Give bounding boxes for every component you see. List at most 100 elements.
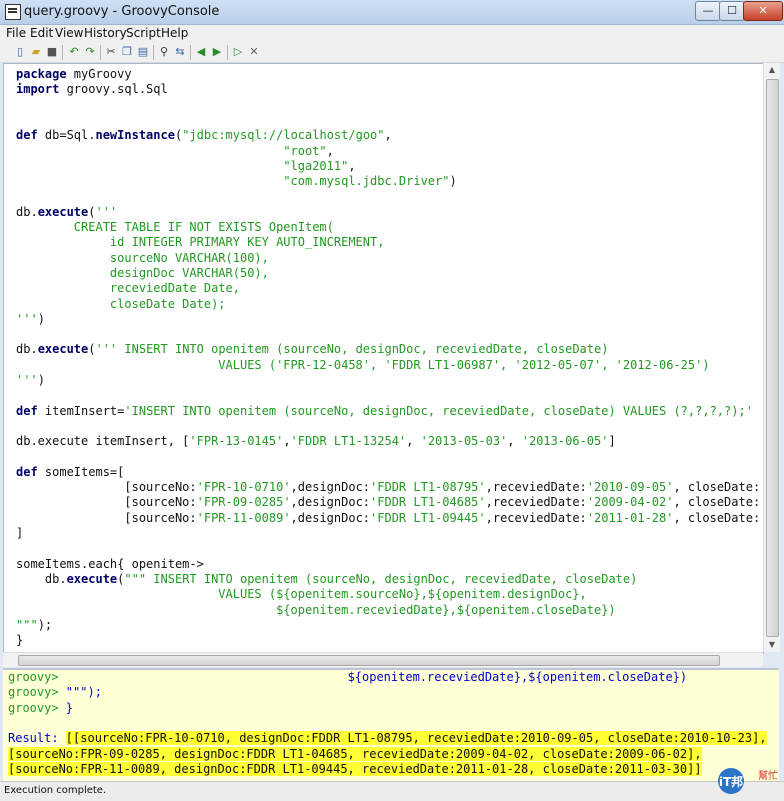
save-icon[interactable]: ■ xyxy=(45,45,59,59)
editor-token: import xyxy=(16,82,60,97)
editor-token: newInstance xyxy=(95,128,175,143)
app-window-icon xyxy=(5,4,21,20)
editor-token: ${openitem.receviedDate},${openitem.clos… xyxy=(16,602,616,617)
editor-token: ''' INSERT INTO openitem (sourceNo, desi… xyxy=(95,342,609,357)
find-icon[interactable]: ⚲ xyxy=(157,45,171,59)
editor-token: VALUES (${openitem.sourceNo},${openitem.… xyxy=(16,587,587,602)
scroll-thumb[interactable] xyxy=(766,79,779,637)
menu-history[interactable]: History xyxy=(84,25,127,40)
editor-token: 'INSERT INTO openitem (sourceNo, designD… xyxy=(124,403,753,418)
editor-vertical-scrollbar[interactable]: ▲ ▼ xyxy=(763,63,780,652)
editor-line: db.execute(''' INSERT INTO openitem (sou… xyxy=(16,342,608,357)
editor-token: , xyxy=(507,434,522,449)
editor-token: ''' xyxy=(16,373,38,387)
ithome-logo: iT邦 幫忙 xyxy=(718,768,778,794)
scroll-up-arrow-icon[interactable]: ▲ xyxy=(764,63,780,77)
editor-token: db.execute itemInsert, [ xyxy=(16,434,190,449)
editor-line: def itemInsert='INSERT INTO openitem (so… xyxy=(16,404,753,419)
editor-line: package myGroovy xyxy=(16,67,132,82)
maximize-button[interactable]: ☐ xyxy=(719,1,745,21)
output-line: [sourceNo:FPR-11-0089, designDoc:FDDR LT… xyxy=(8,761,702,777)
editor-token: ,designDoc: xyxy=(290,495,371,510)
editor-line: def someItems=[ xyxy=(16,465,124,480)
scroll-down-arrow-icon[interactable]: ▼ xyxy=(764,638,780,652)
editor-token: 'FDDR LT1-09445' xyxy=(370,510,486,525)
output-token: ${openitem.receviedDate},${openitem.clos… xyxy=(58,670,688,684)
output-line: groovy> } xyxy=(8,701,73,716)
toolbar-separator xyxy=(62,45,63,60)
editor-token: execute xyxy=(37,204,89,219)
editor-token: 'FPR-11-0089' xyxy=(196,510,291,525)
editor-line: closeDate Date); xyxy=(16,297,226,312)
undo-icon[interactable]: ↶ xyxy=(67,45,81,59)
history-previous-icon[interactable]: ◀ xyxy=(194,45,208,59)
editor-line: CREATE TABLE IF NOT EXISTS OpenItem( xyxy=(16,220,334,235)
editor-token: [sourceNo: xyxy=(16,495,197,510)
editor-token: 'FPR-09-0285' xyxy=(196,495,291,510)
editor-token: sourceNo VARCHAR(100), xyxy=(16,250,269,265)
run-script-icon[interactable]: ▷ xyxy=(231,45,245,59)
output-token: Result: xyxy=(8,731,66,746)
editor-token: ) xyxy=(449,174,457,189)
editor-token: "jdbc:mysql://localhost/goo" xyxy=(182,128,385,143)
editor-token: ] xyxy=(16,526,24,540)
copy-icon[interactable]: ❐ xyxy=(120,45,134,59)
editor-token: ] xyxy=(608,434,616,449)
editor-line: import groovy.sql.Sql xyxy=(16,82,168,97)
minimize-button[interactable]: — xyxy=(695,1,721,21)
menu-bar: File Edit View History Script Help xyxy=(0,25,784,42)
redo-icon[interactable]: ↷ xyxy=(83,45,97,59)
output-pane[interactable]: groovy> ${openitem.receviedDate},${openi… xyxy=(3,668,779,782)
editor-token: "lga2011" xyxy=(283,158,349,173)
editor-line: ] xyxy=(16,526,23,541)
editor-token: designDoc VARCHAR(50), xyxy=(16,265,269,280)
editor-token: , closeDate: xyxy=(673,510,761,525)
menu-edit[interactable]: Edit xyxy=(30,25,53,40)
output-token: groovy> xyxy=(8,670,59,684)
editor-token: someItems.each{ openitem-> xyxy=(16,556,204,571)
editor-token: 'FDDR LT1-04685' xyxy=(370,495,486,510)
menu-script[interactable]: Script xyxy=(126,25,161,40)
editor-token: id INTEGER PRIMARY KEY AUTO_INCREMENT, xyxy=(16,235,385,250)
editor-token: ''' xyxy=(95,204,118,219)
editor-token: , xyxy=(384,128,392,143)
open-file-icon[interactable]: ▰ xyxy=(29,45,43,59)
editor-token: ( xyxy=(88,342,96,357)
output-line: groovy> """); xyxy=(8,685,102,700)
menu-file[interactable]: File xyxy=(6,25,26,40)
editor-token: 'FDDR LT1-13254' xyxy=(290,434,407,449)
editor-token: ''' xyxy=(16,311,38,326)
editor-line: "root", xyxy=(16,144,334,159)
history-next-icon[interactable]: ▶ xyxy=(210,45,224,59)
editor-token xyxy=(16,174,283,188)
scroll-thumb[interactable] xyxy=(18,655,720,666)
editor-line: designDoc VARCHAR(50), xyxy=(16,266,269,281)
editor-token: } xyxy=(16,633,24,648)
interrupt-icon[interactable]: ✕ xyxy=(247,45,261,59)
close-button[interactable]: ✕ xyxy=(743,1,783,21)
paste-icon[interactable]: ▤ xyxy=(136,45,150,59)
editor-token: receviedDate Date, xyxy=(16,281,240,296)
new-file-icon[interactable]: ▯ xyxy=(13,45,27,59)
editor-token: '2009-04-02' xyxy=(586,495,674,510)
output-line: [sourceNo:FPR-09-0285, designDoc:FDDR LT… xyxy=(8,746,702,762)
menu-help[interactable]: Help xyxy=(161,25,188,40)
editor-token: 'FPR-13-0145' xyxy=(189,434,284,449)
editor-line: """); xyxy=(16,618,52,633)
output-token: groovy> xyxy=(8,700,59,715)
editor-token: closeDate Date); xyxy=(16,296,226,311)
cut-icon[interactable]: ✂ xyxy=(104,45,118,59)
toolbar-separator xyxy=(100,45,101,60)
editor-token: "com.mysql.jdbc.Driver" xyxy=(283,174,450,189)
replace-icon[interactable]: ⇆ xyxy=(173,45,187,59)
script-editor[interactable]: package myGroovy import groovy.sql.Sql def… xyxy=(3,63,764,654)
editor-token: db. xyxy=(16,571,67,586)
output-token: [sourceNo:FPR-09-0285, designDoc:FDDR LT… xyxy=(8,746,702,761)
menu-view[interactable]: View xyxy=(55,25,83,40)
editor-horizontal-scrollbar[interactable] xyxy=(3,652,763,667)
editor-line: ''') xyxy=(16,312,45,327)
editor-line: ${openitem.receviedDate},${openitem.clos… xyxy=(16,603,616,618)
window-title: query.groovy - GroovyConsole xyxy=(24,4,220,19)
logo-brand-text: iT邦 xyxy=(719,774,743,789)
editor-token: ,receviedDate: xyxy=(485,495,587,510)
